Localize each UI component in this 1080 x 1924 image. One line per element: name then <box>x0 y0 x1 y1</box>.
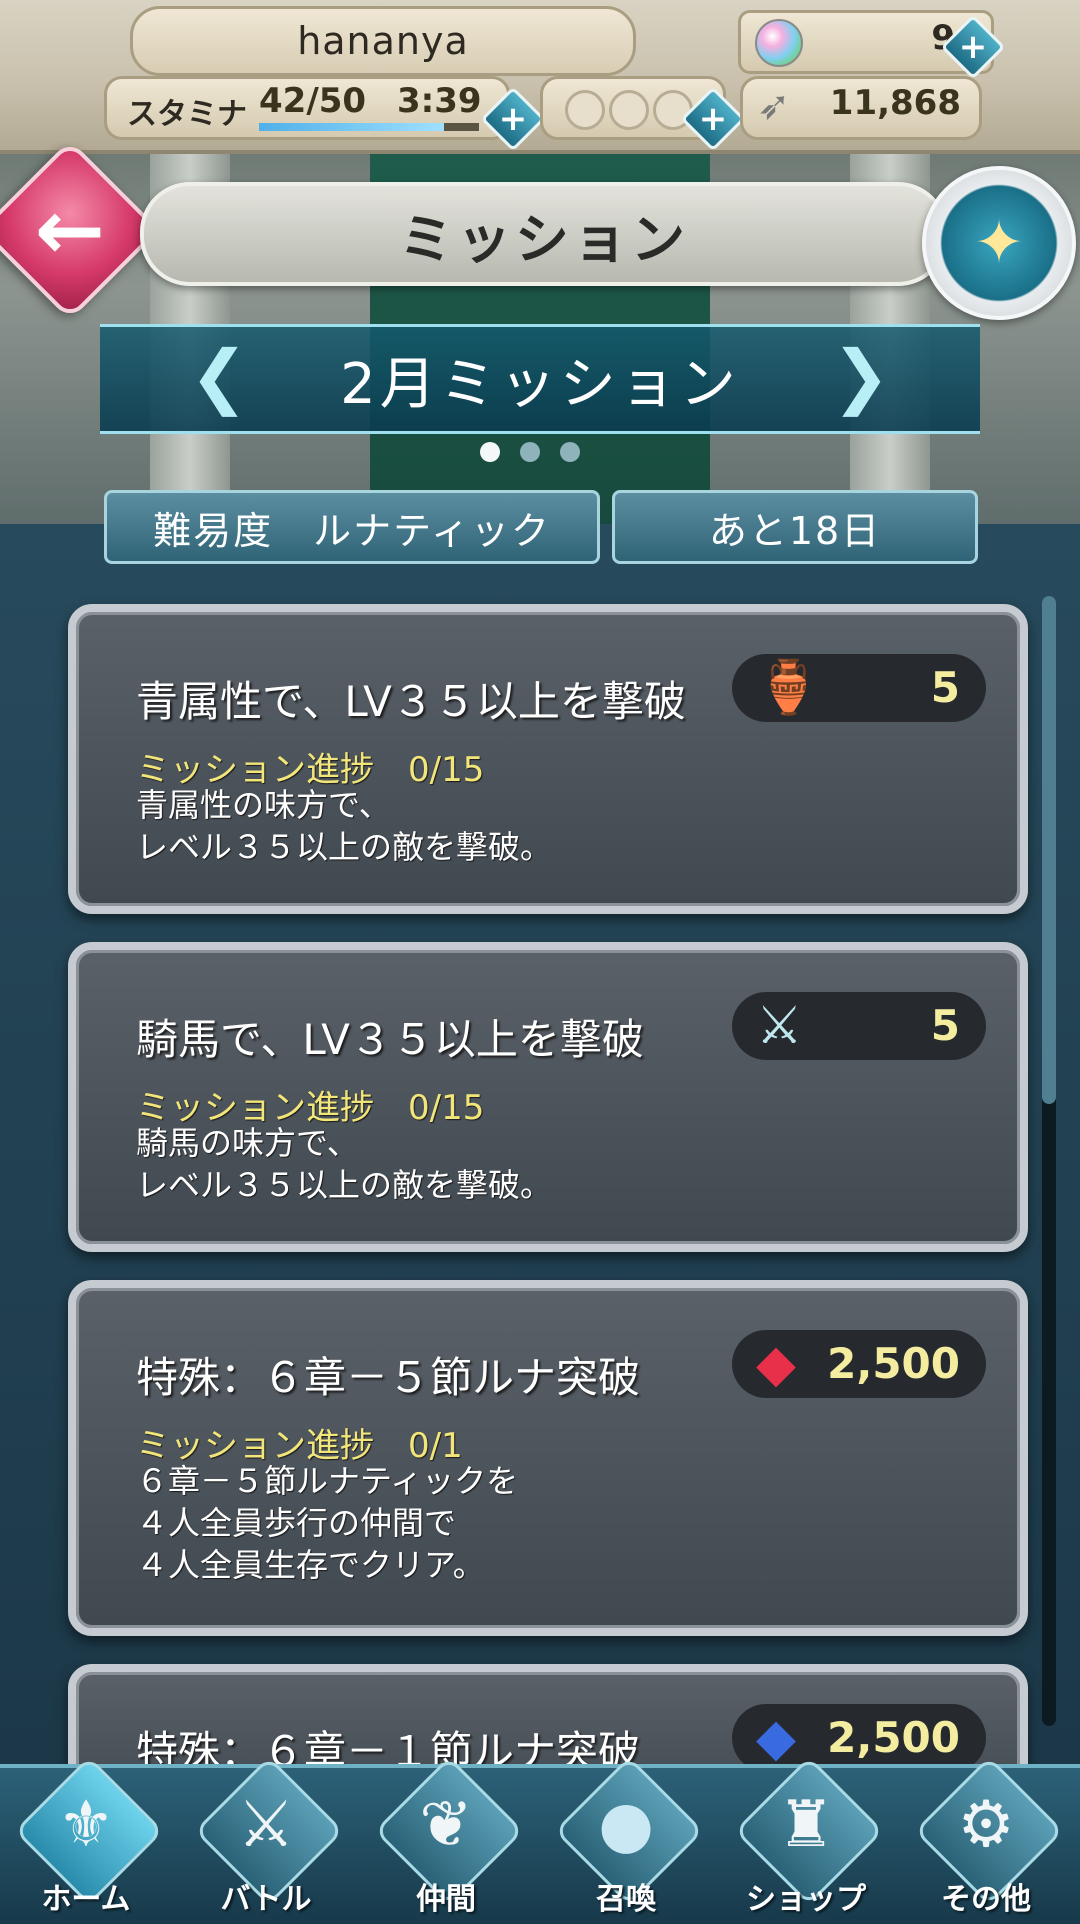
mission-description: 騎馬の味方で、 レベル３５以上の敵を撃破。 <box>136 1124 553 1204</box>
mission-description: 青属性の味方で、 レベル３５以上の敵を撃破。 <box>136 786 553 866</box>
month-title-text: 2月ミッション <box>340 351 740 417</box>
reward-badge: ◆ 2,500 <box>732 1330 986 1398</box>
stamina-label: スタミナ <box>127 97 247 132</box>
mission-title: 青属性で、LV３５以上を撃破 <box>136 677 686 726</box>
stamina-bar-fill <box>259 123 444 131</box>
crest-slot <box>565 90 605 130</box>
feather-counter: ➶ 11,868 <box>740 76 982 140</box>
my-nintendo-emblem-icon: ✦ <box>973 208 1025 278</box>
orb-icon: ● <box>598 1788 654 1862</box>
prev-page-button[interactable]: ❮ <box>184 330 254 422</box>
reward-value: 5 <box>930 663 960 712</box>
difficulty-label: 難易度 ルナティック <box>153 508 551 553</box>
back-arrow-icon: ← <box>34 181 106 279</box>
mission-card[interactable]: 特殊：６章－５節ルナ突破 ◆ 2,500 ミッション進捗 0/1 ６章－５節ルナ… <box>68 1280 1028 1636</box>
home-emblem-icon: ⚜ <box>57 1788 115 1862</box>
nav-summon[interactable]: ● 召喚 <box>540 1756 712 1922</box>
nav-battle[interactable]: ⚔ バトル <box>180 1756 352 1922</box>
chevron-left-icon: ❮ <box>189 335 249 417</box>
stamina-timer: 3:39 <box>397 81 482 121</box>
mission-card[interactable]: 青属性で、LV３５以上を撃破 🏺 5 ミッション進捗 0/15 青属性の味方で、… <box>68 604 1028 914</box>
nav-home[interactable]: ⚜ ホーム <box>0 1756 172 1922</box>
nav-label: その他 <box>941 1882 1031 1917</box>
page-indicator <box>480 442 600 462</box>
red-crystal-icon: ◆ <box>756 1334 796 1394</box>
nav-shop[interactable]: ♜ ショップ <box>720 1756 892 1922</box>
nav-label: 仲間 <box>416 1882 476 1917</box>
status-bar: hananya 9 + スタミナ 42/50 3:39 + + ➶ 11,868 <box>0 0 1080 154</box>
wing-icon: ❦ <box>419 1788 473 1862</box>
potion-bottle-icon: 🏺 <box>756 658 821 718</box>
nav-misc[interactable]: ⚙ その他 <box>900 1756 1072 1922</box>
stamina-meter: スタミナ 42/50 3:39 <box>104 76 510 140</box>
mission-title: 騎馬で、LV３５以上を撃破 <box>136 1015 644 1064</box>
mission-card[interactable]: 騎馬で、LV３５以上を撃破 ⚔ 5 ミッション進捗 0/15 騎馬の味方で、 レ… <box>68 942 1028 1252</box>
castle-icon: ♜ <box>777 1788 835 1862</box>
nav-label: ホーム <box>41 1882 131 1917</box>
reward-value: 2,500 <box>827 1713 960 1762</box>
nav-label: ショップ <box>746 1882 866 1917</box>
plus-icon: + <box>698 99 728 139</box>
difficulty-tab[interactable]: 難易度 ルナティック <box>104 490 600 564</box>
page-dot[interactable] <box>480 442 500 462</box>
remaining-days-badge: あと18日 <box>612 490 978 564</box>
plus-icon: + <box>498 99 528 139</box>
crossed-swords-icon: ⚔ <box>237 1788 295 1862</box>
nav-allies[interactable]: ❦ 仲間 <box>360 1756 532 1922</box>
mission-scrollbar[interactable] <box>1042 596 1056 1726</box>
feather-count: 11,868 <box>829 83 961 123</box>
scrollbar-thumb[interactable] <box>1042 596 1056 1104</box>
reward-value: 5 <box>930 1001 960 1050</box>
nav-label: バトル <box>220 1882 312 1917</box>
page-dot[interactable] <box>560 442 580 462</box>
page-title: ミッション <box>140 182 948 286</box>
reward-badge: ◆ 2,500 <box>732 1704 986 1772</box>
remaining-days-label: あと18日 <box>708 508 882 553</box>
gear-icon: ⚙ <box>957 1788 1015 1862</box>
crossed-swords-icon: ⚔ <box>756 996 803 1056</box>
blue-crystal-icon: ◆ <box>756 1708 796 1768</box>
reward-value: 2,500 <box>827 1339 960 1388</box>
page-dot[interactable] <box>520 442 540 462</box>
player-name: hananya <box>130 6 636 76</box>
mission-title: 特殊：６章－５節ルナ突破 <box>136 1353 641 1402</box>
my-nintendo-button[interactable]: ✦ <box>922 166 1076 320</box>
plus-icon: + <box>958 27 988 67</box>
nav-label: 召喚 <box>596 1882 656 1917</box>
stamina-bar <box>259 123 479 131</box>
reward-badge: ⚔ 5 <box>732 992 986 1060</box>
orb-icon <box>755 19 803 67</box>
reward-badge: 🏺 5 <box>732 654 986 722</box>
chevron-right-icon: ❯ <box>831 335 891 417</box>
next-page-button[interactable]: ❯ <box>826 330 896 422</box>
bottom-navigation: ⚜ ホーム ⚔ バトル ❦ 仲間 ● 召喚 ♜ ショップ ⚙ その他 <box>0 1756 1080 1924</box>
stamina-value: 42/50 <box>259 81 367 121</box>
crest-slot <box>609 90 649 130</box>
mission-description: ６章－５節ルナティックを ４人全員歩行の仲間で ４人全員生存でクリア。 <box>136 1462 519 1584</box>
feather-icon: ➶ <box>757 83 791 129</box>
